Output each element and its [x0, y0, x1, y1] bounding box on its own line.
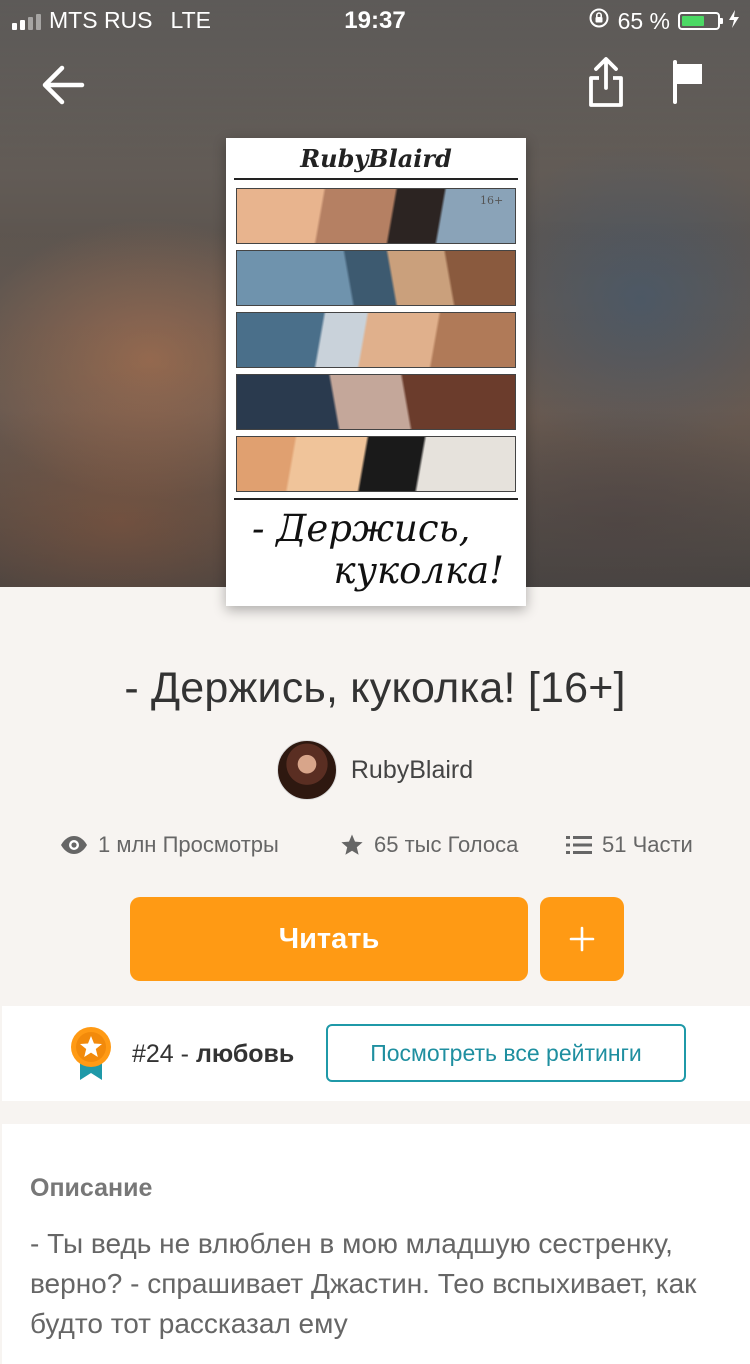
rank-label: #24 - любовь	[132, 1040, 294, 1069]
ribbon-badge-icon	[71, 1027, 111, 1080]
flag-icon	[673, 60, 702, 104]
avatar[interactable]	[276, 740, 337, 800]
status-bar: MTS RUS LTE 19:37 65 %	[0, 0, 750, 40]
book-cover[interactable]: RubyBlaird 16+ - Держись, куколка!	[226, 138, 526, 606]
battery-icon	[678, 12, 723, 30]
votes-count: 65 тыс Голоса	[374, 832, 519, 857]
plus-icon	[569, 926, 595, 952]
rank-separator: -	[173, 1040, 196, 1068]
author-link[interactable]: RubyBlaird	[0, 740, 750, 800]
views-count: 1 млн Просмотры	[98, 832, 279, 857]
battery-percent: 65 %	[617, 7, 670, 34]
view-all-rankings-button[interactable]: Посмотреть все рейтинги	[326, 1024, 686, 1082]
cover-divider	[234, 178, 518, 180]
views-stat: 1 млн Просмотры	[60, 832, 279, 858]
share-button[interactable]	[578, 52, 634, 112]
eye-icon	[61, 836, 87, 854]
parts-stat: 51 Части	[566, 832, 693, 858]
rank-number: #24	[132, 1040, 174, 1068]
cover-author-text: RubyBlaird	[300, 144, 452, 173]
votes-stat: 65 тыс Голоса	[340, 832, 518, 858]
cover-photo-strip	[236, 436, 516, 492]
parts-count: 51 Части	[602, 832, 693, 857]
rank-category: любовь	[195, 1040, 295, 1068]
description-heading: Описание	[30, 1174, 153, 1202]
cover-photo-strip	[236, 312, 516, 368]
back-button[interactable]	[30, 55, 96, 115]
cover-photo-strip	[236, 374, 516, 430]
cover-title-line: куколка!	[333, 549, 504, 592]
cover-age-tag: 16+	[480, 194, 504, 207]
story-stats: 1 млн Просмотры 65 тыс Голоса 51 Части	[0, 832, 750, 866]
story-title: - Держись, куколка! [16+]	[124, 664, 626, 712]
star-icon	[341, 834, 363, 855]
add-to-library-button[interactable]	[540, 897, 624, 981]
cover-photo-strip	[236, 250, 516, 306]
rotation-lock-icon	[588, 7, 610, 35]
description-text: - Ты ведь не влюблен в мою младшую сестр…	[30, 1228, 697, 1339]
ranking-card: #24 - любовь Посмотреть все рейтинги	[2, 1006, 750, 1101]
cover-title-line: - Держись,	[252, 507, 471, 550]
list-icon	[566, 836, 592, 854]
share-icon	[589, 57, 623, 107]
author-name[interactable]: RubyBlaird	[351, 756, 473, 785]
report-button[interactable]	[660, 52, 716, 112]
cover-divider	[234, 498, 518, 500]
charging-icon	[728, 8, 740, 35]
read-button[interactable]: Читать	[130, 897, 528, 981]
arrow-left-icon	[42, 65, 85, 105]
description-card: Описание - Ты ведь не влюблен в мою млад…	[2, 1124, 750, 1364]
cover-photo-strip	[236, 188, 516, 244]
